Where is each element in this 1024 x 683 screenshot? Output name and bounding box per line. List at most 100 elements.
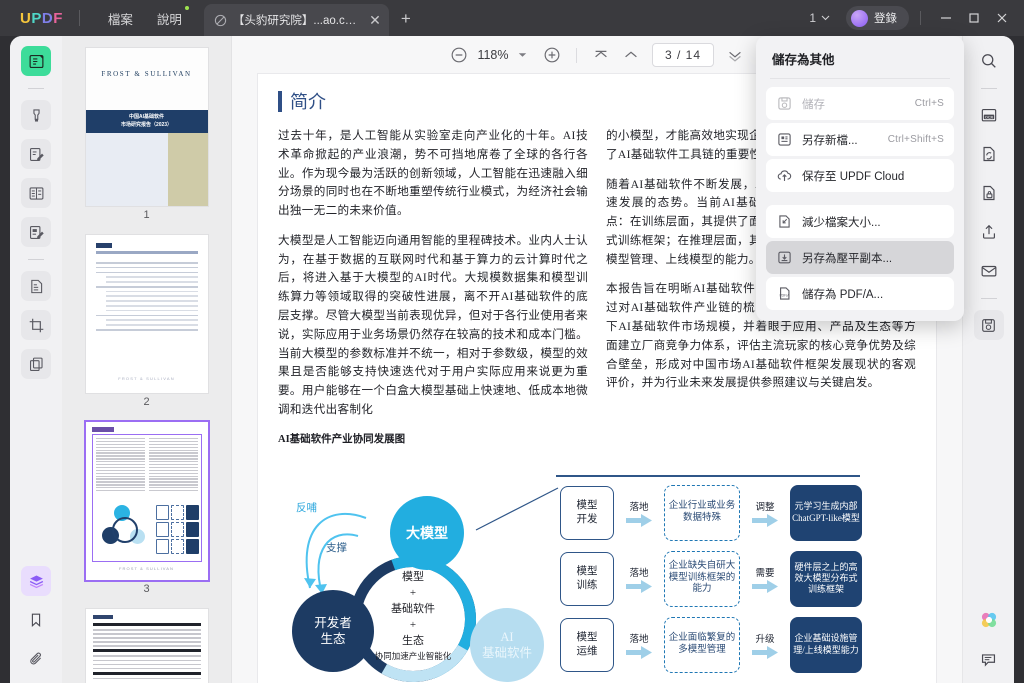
sidebar-item-convert[interactable] [974, 139, 1004, 169]
arrow-label: 落地 [629, 502, 649, 513]
page-number-input[interactable]: 3 / 14 [651, 43, 715, 67]
menu-item-save-flattened-copy[interactable]: 另存為壓平副本... [766, 241, 954, 274]
close-button[interactable] [988, 4, 1016, 32]
arrow-label: 落地 [629, 568, 649, 579]
sidebar-item-save-as-other[interactable] [973, 310, 1004, 340]
menu-item-reduce-file-size-label: 減少檔案大小... [802, 216, 881, 229]
sidebar-item-organize[interactable] [21, 349, 51, 379]
arrow-right-icon [752, 645, 778, 659]
figure-top-rule [556, 475, 860, 477]
toc-line [105, 295, 198, 298]
menu-item-save-as-shortcut: Ctrl+Shift+S [887, 134, 944, 145]
sidebar-item-ai-assistant[interactable] [974, 605, 1004, 635]
next-page-button[interactable] [720, 40, 750, 70]
menu-item-reduce-file-size[interactable]: 減少檔案大小... [766, 205, 954, 238]
figure-process-rows: 模型 开发 落地 企业行业或业务数据特殊 调整 元学习生成内部ChatGPT-l… [560, 482, 862, 680]
first-page-button[interactable] [586, 40, 616, 70]
thumbnail-item-3[interactable]: FROST & SULLIVAN 3 [62, 420, 231, 609]
sidebar-item-share[interactable] [974, 217, 1004, 247]
menu-item-save-to-cloud[interactable]: 保存至 UPDF Cloud [766, 159, 954, 192]
menu-help[interactable]: 說明 [145, 5, 194, 32]
sidebar-item-crop[interactable] [21, 310, 51, 340]
marker-icon [32, 108, 40, 122]
dropdown-group-gap [756, 195, 964, 202]
cover-brand: FROST & SULLIVAN [101, 70, 192, 78]
toc-line [95, 262, 198, 264]
window-count-label: 1 [809, 11, 816, 25]
arrow-right-icon [752, 579, 778, 593]
sidebar-item-protect[interactable] [974, 178, 1004, 208]
thumbnail-number-1: 1 [143, 209, 150, 221]
menu-item-save[interactable]: 儲存 Ctrl+S [766, 87, 954, 120]
sidebar-item-comment[interactable] [974, 644, 1004, 674]
logo-letter-d: D [41, 9, 54, 27]
toc-line [95, 314, 198, 317]
toc-line [95, 266, 198, 269]
sidebar-item-layers[interactable] [21, 566, 51, 596]
menu-item-save-to-cloud-label: 保存至 UPDF Cloud [802, 170, 905, 183]
document-tab[interactable]: 【头豹研究院】...ao.com】 ✕ [203, 4, 389, 36]
thumbnail-page-4[interactable] [85, 609, 208, 683]
page-thumbnail-panel[interactable]: FROST & SULLIVAN 中国AI基础软件 市场研究报告（2023） 1 [62, 36, 232, 683]
window-count-selector[interactable]: 1 [803, 8, 836, 28]
sidebar-item-edit[interactable] [21, 139, 51, 169]
zoom-level-value[interactable]: 118% [474, 48, 512, 62]
arrow-label: 落地 [629, 634, 649, 645]
zoom-out-button[interactable] [444, 40, 474, 70]
document-tab-title: 【头豹研究院】...ao.com】 [232, 15, 363, 27]
thumbnail-item-2[interactable]: FROST & SULLIVAN 2 [62, 235, 231, 422]
svg-text:OCR: OCR [984, 115, 993, 119]
sidebar-item-bookmark[interactable] [21, 605, 51, 635]
center-line-5: 生态 [402, 634, 424, 647]
save-as-other-dropdown[interactable]: 儲存為其他 儲存 Ctrl+S 另存新檔... Ctrl+Shift+S 保存至… [756, 36, 964, 321]
center-line-2: + [409, 586, 417, 599]
cover-title-band: 中国AI基础软件 市场研究报告（2023） [85, 110, 208, 133]
organize-pages-icon [29, 357, 43, 371]
sidebar-item-page[interactable] [21, 271, 51, 301]
thumbnail-page-2[interactable]: FROST & SULLIVAN [85, 235, 208, 393]
comment-icon [981, 653, 996, 667]
center-subtitle: 协同加速产业智能化 [374, 650, 452, 661]
paperclip-icon [29, 652, 41, 664]
dropdown-divider [770, 78, 950, 79]
thumbnail-page-1[interactable]: FROST & SULLIVAN 中国AI基础软件 市场研究报告（2023） [85, 48, 208, 206]
toc-line [105, 309, 198, 312]
new-tab-button[interactable]: + [401, 10, 411, 27]
maximize-icon [969, 13, 979, 23]
tab-close-icon[interactable]: ✕ [369, 13, 381, 27]
thumbnail-item-4[interactable]: 4 [62, 609, 231, 683]
menu-item-save-as-pdfa[interactable]: PDF/A 儲存為 PDF/A... [766, 277, 954, 310]
maximize-button[interactable] [960, 4, 988, 32]
center-line-1: 模型 [402, 571, 424, 583]
center-line-3: 基础软件 [391, 602, 435, 615]
toc-line [105, 290, 198, 293]
menu-item-save-as[interactable]: 另存新檔... Ctrl+Shift+S [766, 123, 954, 156]
sidebar-item-highlight[interactable] [21, 100, 51, 130]
thumbnail-item-1[interactable]: FROST & SULLIVAN 中国AI基础软件 市场研究报告（2023） 1 [62, 48, 231, 235]
menu-file[interactable]: 檔案 [96, 5, 145, 32]
sidebar-item-form[interactable] [21, 178, 51, 208]
prev-page-button[interactable] [616, 40, 646, 70]
avatar [851, 9, 868, 27]
title-bar: U P D F 檔案 說明 【头豹研究院】...ao.com】 ✕ + 1 登錄 [0, 0, 1024, 36]
stage-box: 模型 开发 [560, 485, 614, 540]
sidebar-item-search[interactable] [974, 46, 1004, 76]
bookmark-icon [31, 613, 41, 628]
zoom-dropdown-icon[interactable] [518, 52, 527, 58]
sidebar-item-email[interactable] [974, 256, 1004, 286]
toc-line [95, 271, 198, 274]
sidebar-item-reader[interactable] [21, 46, 51, 76]
minimize-button[interactable] [932, 4, 960, 32]
save-as-other-icon [982, 318, 995, 332]
sidebar-item-attachment[interactable] [21, 644, 51, 674]
top-chevron-icon [595, 50, 607, 58]
sidebar-item-ocr[interactable]: OCR [974, 100, 1004, 130]
figure-circle-big-model: 大模型 [390, 496, 464, 570]
login-button[interactable]: 登錄 [846, 6, 909, 30]
thumbnail-number-3: 3 [143, 583, 150, 595]
sidebar-item-sign[interactable] [21, 217, 51, 247]
save-as-icon [778, 133, 791, 146]
thumbnail-page-3[interactable]: FROST & SULLIVAN [83, 420, 210, 582]
toc-line [95, 285, 198, 288]
zoom-in-button[interactable] [537, 40, 567, 70]
